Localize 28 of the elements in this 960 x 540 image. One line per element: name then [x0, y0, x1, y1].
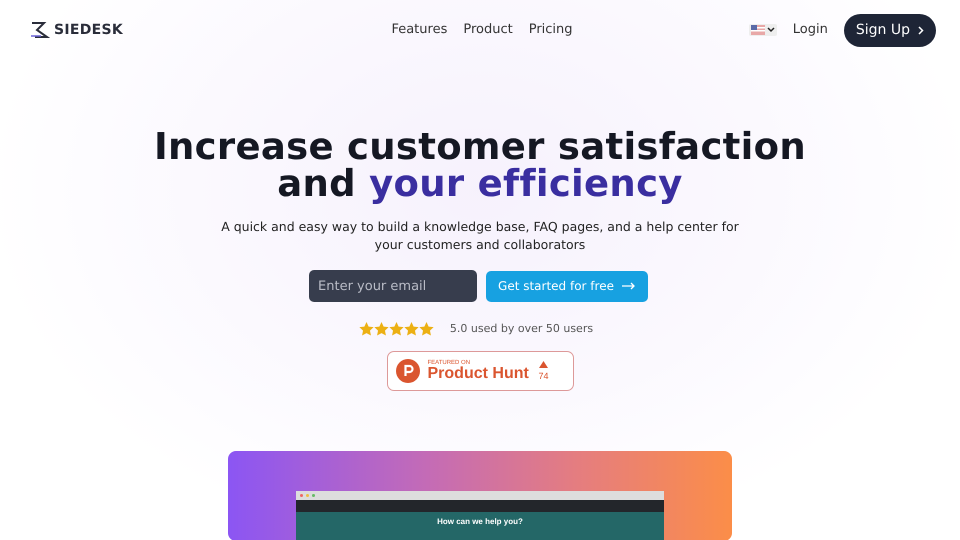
sign-up-button[interactable]: Sign Up [844, 14, 936, 46]
star-icon [404, 322, 419, 336]
star-icon [418, 322, 434, 336]
rating-text: 5.0 used by over 50 users [450, 321, 594, 337]
star-icon [358, 322, 374, 336]
nav-link[interactable]: Features [391, 20, 448, 40]
star-icon [374, 322, 389, 336]
flag-icon [750, 25, 765, 35]
email-field[interactable]: Enter your email [309, 270, 478, 302]
logo-icon [30, 22, 50, 38]
arrow-right-icon [622, 282, 636, 290]
preview-heading: How can we help you? [437, 516, 523, 526]
upvote-triangle-icon [538, 360, 548, 368]
nav-link[interactable]: Product [463, 20, 513, 40]
star-icon [388, 322, 404, 336]
headline: and your efficiency [277, 165, 683, 202]
subtitle: A quick and easy way to build a knowledge base, FAQ pages, and a help center for your customers and collaborators [220, 218, 740, 254]
product-hunt-label: Product Hunt [428, 366, 529, 382]
window-controls-icon [300, 494, 315, 496]
product-hunt-logo-icon [396, 358, 420, 382]
vote-count: 74 [538, 372, 548, 380]
language-selector[interactable] [748, 24, 777, 36]
chevron-right-icon [918, 26, 924, 34]
headline: Increase customer satisfaction [154, 128, 806, 165]
logo-text: SIEDESK [54, 20, 124, 40]
login-link[interactable]: Login [792, 20, 828, 40]
chevron-down-icon [766, 27, 775, 33]
nav-link[interactable]: Pricing [528, 20, 573, 40]
